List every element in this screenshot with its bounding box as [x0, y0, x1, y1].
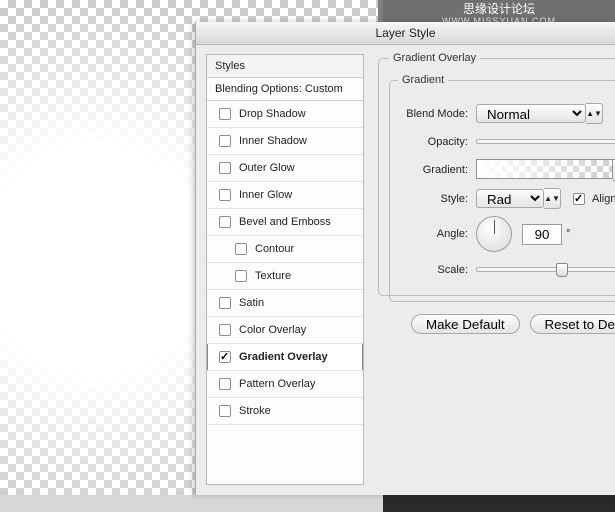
angle-label: Angle:: [398, 228, 468, 240]
style-checkbox[interactable]: [219, 216, 231, 228]
sidebar-item-gradient-overlay[interactable]: Gradient Overlay: [207, 344, 363, 371]
opacity-label: Opacity:: [398, 136, 468, 148]
gradient-row: Gradient: ▼ Reverse: [398, 159, 615, 181]
scale-thumb[interactable]: [556, 263, 568, 277]
sidebar-item-label: Stroke: [239, 405, 271, 417]
sidebar-item-texture[interactable]: Texture: [207, 263, 363, 290]
sidebar-item-label: Contour: [255, 243, 294, 255]
sidebar-item-label: Texture: [255, 270, 291, 282]
blend-mode-select[interactable]: Normal: [476, 104, 586, 123]
sidebar-item-outer-glow[interactable]: Outer Glow: [207, 155, 363, 182]
opacity-row: Opacity: %: [398, 131, 615, 152]
sidebar-item-contour[interactable]: Contour: [207, 236, 363, 263]
blending-options-row[interactable]: Blending Options: Custom: [207, 78, 363, 101]
gradient-overlay-panel: Gradient Overlay Gradient Blend Mode: No…: [378, 52, 615, 495]
style-checkbox[interactable]: [235, 270, 247, 282]
sidebar-item-label: Inner Shadow: [239, 135, 307, 147]
sidebar-item-color-overlay[interactable]: Color Overlay: [207, 317, 363, 344]
style-checkbox[interactable]: [219, 405, 231, 417]
sidebar-item-label: Bevel and Emboss: [239, 216, 331, 228]
dialog-title: Layer Style: [196, 22, 615, 45]
style-checkbox[interactable]: [235, 243, 247, 255]
panel-legend: Gradient Overlay: [389, 52, 480, 64]
scale-slider[interactable]: [476, 267, 615, 272]
sidebar-item-label: Pattern Overlay: [239, 378, 315, 390]
sidebar-header[interactable]: Styles: [207, 55, 363, 78]
angle-row: Angle: °: [398, 216, 615, 252]
sidebar-item-inner-glow[interactable]: Inner Glow: [207, 182, 363, 209]
style-checkbox[interactable]: [219, 135, 231, 147]
gradient-legend: Gradient: [398, 74, 448, 86]
scale-label: Scale:: [398, 264, 468, 276]
site-watermark: 思缘设计论坛 WWW.MISSYUAN.COM: [383, 0, 615, 24]
bottom-strip-dark: [383, 495, 615, 512]
sidebar-item-label: Color Overlay: [239, 324, 306, 336]
angle-field[interactable]: [522, 224, 562, 245]
gradient-label: Gradient:: [398, 164, 468, 176]
sidebar-item-label: Satin: [239, 297, 264, 309]
degree-sign: °: [566, 228, 570, 240]
sidebar-item-label: Drop Shadow: [239, 108, 306, 120]
styles-sidebar: Styles Blending Options: Custom Drop Sha…: [206, 54, 364, 485]
blend-mode-label: Blend Mode:: [398, 108, 468, 120]
style-select[interactable]: Radial: [476, 189, 544, 208]
sidebar-item-label: Gradient Overlay: [239, 351, 328, 363]
style-checkbox[interactable]: [219, 162, 231, 174]
style-checkbox[interactable]: [219, 351, 231, 363]
style-checkbox[interactable]: [219, 297, 231, 309]
sidebar-item-label: Inner Glow: [239, 189, 292, 201]
sidebar-item-label: Outer Glow: [239, 162, 295, 174]
angle-dial[interactable]: [476, 216, 512, 252]
gradient-swatch[interactable]: [476, 159, 613, 179]
opacity-slider[interactable]: [476, 139, 615, 144]
chevron-updown-icon[interactable]: ▲▼: [586, 103, 603, 124]
style-checkbox[interactable]: [219, 324, 231, 336]
sidebar-item-bevel-and-emboss[interactable]: Bevel and Emboss: [207, 209, 363, 236]
layer-style-dialog: Layer Style Styles Blending Options: Cus…: [195, 22, 615, 495]
make-default-button[interactable]: Make Default: [411, 314, 520, 334]
sidebar-item-satin[interactable]: Satin: [207, 290, 363, 317]
style-label: Style:: [398, 193, 468, 205]
sidebar-item-pattern-overlay[interactable]: Pattern Overlay: [207, 371, 363, 398]
align-label: Align with Layer: [592, 193, 615, 205]
style-checkbox[interactable]: [219, 189, 231, 201]
sidebar-item-stroke[interactable]: Stroke: [207, 398, 363, 425]
style-checkbox[interactable]: [219, 378, 231, 390]
chevron-updown-icon[interactable]: ▲▼: [544, 188, 561, 209]
sidebar-item-drop-shadow[interactable]: Drop Shadow: [207, 101, 363, 128]
style-checkbox[interactable]: [219, 108, 231, 120]
align-checkbox[interactable]: [573, 193, 585, 205]
sidebar-item-inner-shadow[interactable]: Inner Shadow: [207, 128, 363, 155]
scale-row: Scale: %: [398, 259, 615, 280]
style-row: Style: Radial ▲▼ Align with Layer: [398, 188, 615, 209]
blend-mode-row: Blend Mode: Normal ▲▼: [398, 103, 615, 124]
reset-default-button[interactable]: Reset to Default: [530, 314, 615, 334]
